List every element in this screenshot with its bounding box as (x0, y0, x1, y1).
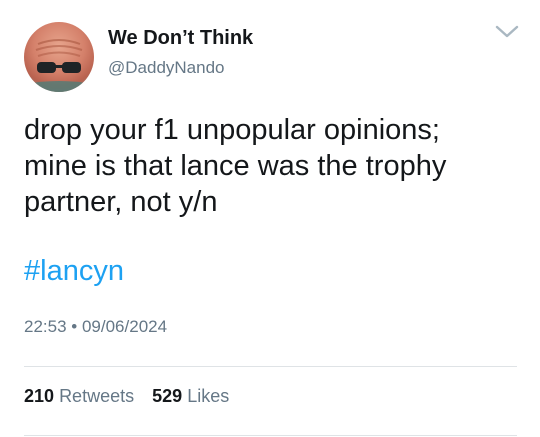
chevron-down-icon[interactable] (494, 22, 520, 42)
author-handle[interactable]: @DaddyNando (108, 58, 225, 78)
hashtag-link[interactable]: #lancyn (24, 255, 124, 288)
divider (24, 435, 517, 436)
tweet-time: 22:53 (24, 317, 67, 336)
likes-count: 529 (152, 386, 183, 406)
tweet-text-line: partner, not y/n (24, 186, 218, 218)
tweet-text: drop your f1 unpopular opinions; mine is… (24, 112, 524, 220)
avatar-image (24, 39, 94, 92)
chevron-down-icon-svg (495, 25, 519, 38)
tweet-text-line: mine is that lance was the trophy (24, 150, 447, 182)
likes-label: Likes (187, 386, 230, 406)
author-display-name[interactable]: We Don’t Think (108, 27, 253, 50)
divider (24, 366, 517, 367)
avatar[interactable] (24, 22, 94, 92)
engagement-stats: 210 Retweets 529 Likes (24, 386, 229, 407)
retweets-count: 210 (24, 386, 55, 406)
retweets-stat[interactable]: 210 Retweets (24, 386, 139, 406)
tweet-text-line: drop your f1 unpopular opinions; (24, 114, 440, 146)
tweet-timestamp: 22:53 • 09/06/2024 (24, 317, 167, 337)
likes-stat[interactable]: 529 Likes (152, 386, 229, 406)
tweet-date: 09/06/2024 (81, 317, 168, 336)
retweets-label: Retweets (59, 386, 135, 406)
timestamp-separator: • (71, 317, 78, 336)
tweet-card: We Don’t Think @DaddyNando drop your f1 … (0, 0, 540, 437)
